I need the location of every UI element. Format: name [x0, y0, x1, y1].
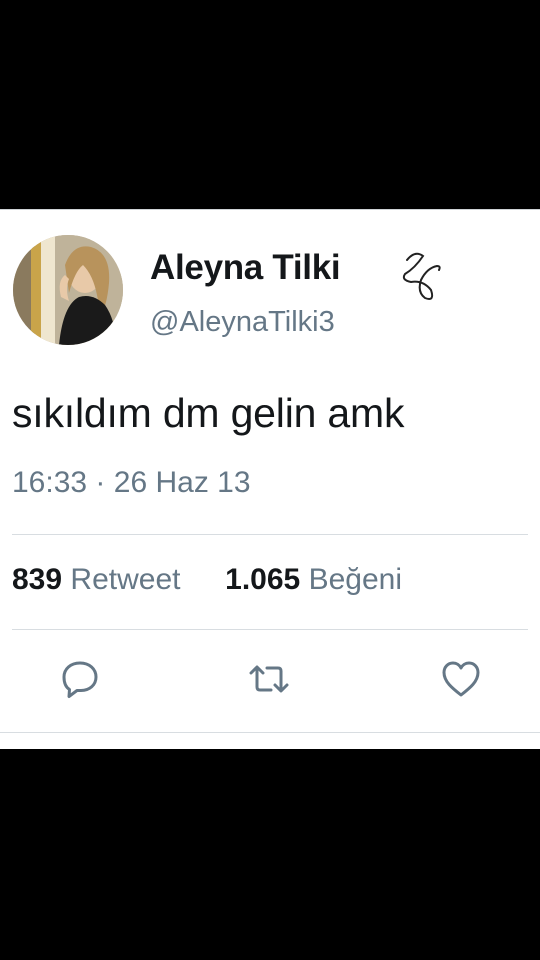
tweet-timestamp[interactable]: 16:33 · 26 Haz 13 [12, 466, 251, 500]
retweet-button[interactable] [248, 658, 290, 700]
divider [12, 629, 528, 630]
retweet-icon [249, 665, 289, 693]
like-count: 1.065 [225, 563, 301, 596]
avatar-image [13, 235, 123, 345]
retweet-stat[interactable]: 839 Retweet [12, 563, 189, 596]
handwritten-scribble [402, 252, 441, 300]
reply-icon [62, 661, 98, 698]
tweet-stats: 839 Retweet 1.065 Beğeni [12, 563, 402, 597]
retweet-label: Retweet [70, 563, 181, 596]
author-handle[interactable]: @AleynaTilki3 [150, 306, 335, 339]
divider [12, 534, 528, 535]
reply-button[interactable] [59, 658, 101, 700]
heart-icon [442, 661, 480, 697]
tweet-date: 26 Haz 13 [113, 466, 251, 499]
tweet-time: 16:33 [12, 466, 88, 499]
like-label: Beğeni [308, 563, 402, 596]
author-name[interactable]: Aleyna Tilki [150, 248, 341, 288]
avatar[interactable] [13, 235, 123, 345]
tweet-card: Aleyna Tilki @AleynaTilki3 sıkıldım dm g… [0, 209, 540, 749]
tweet-text: sıkıldım dm gelin amk [12, 390, 405, 436]
like-button[interactable] [440, 658, 482, 700]
retweet-count: 839 [12, 563, 63, 596]
timestamp-separator: · [95, 466, 106, 499]
like-stat[interactable]: 1.065 Beğeni [225, 563, 402, 596]
divider [0, 732, 540, 733]
